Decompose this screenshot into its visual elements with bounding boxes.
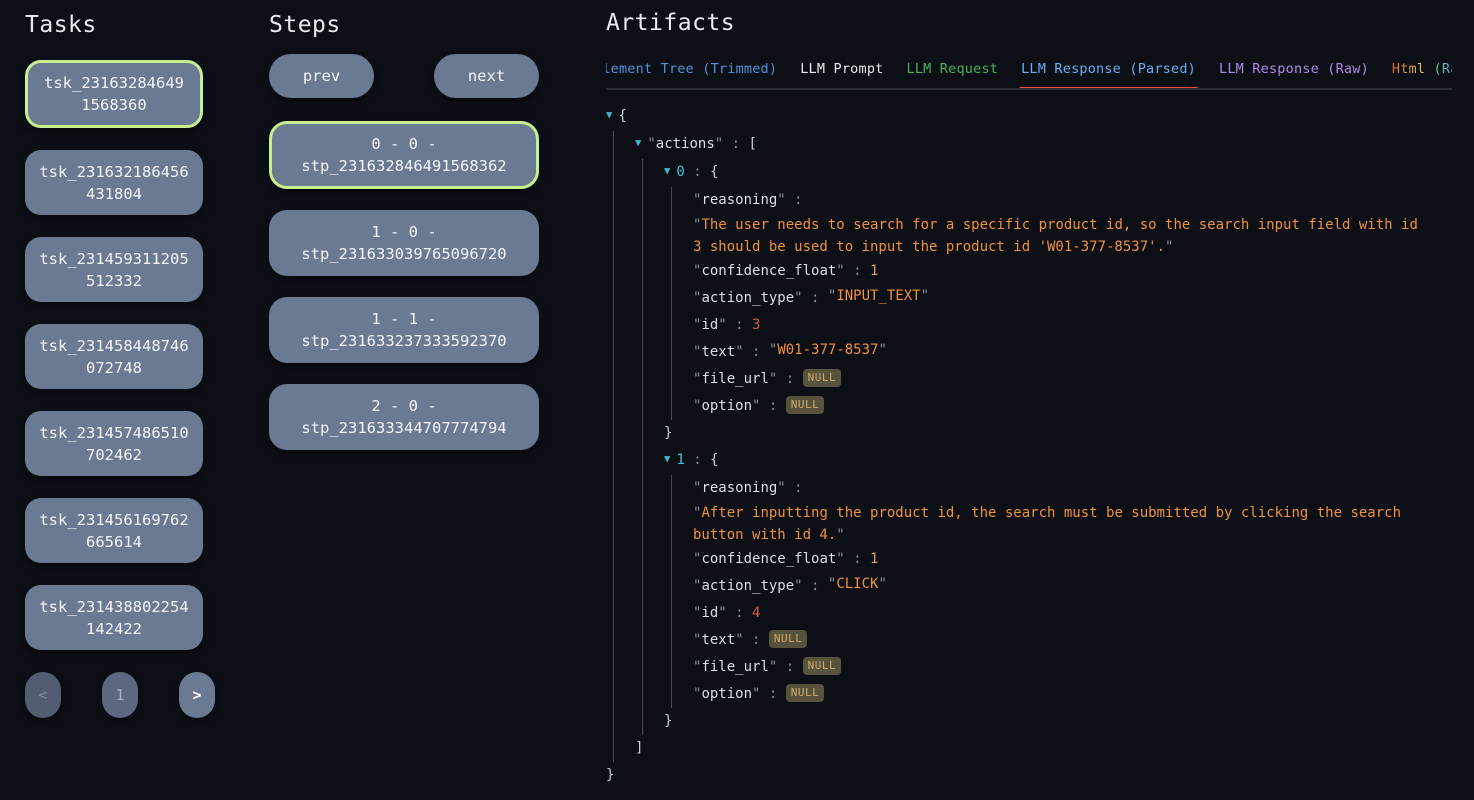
- json-string-value: "The user needs to search for a specific…: [693, 214, 1426, 258]
- json-row: "id" : 3: [693, 312, 1452, 339]
- step-item-button[interactable]: 0 - 0 - stp_231632846491568362: [269, 121, 539, 189]
- tasks-title: Tasks: [25, 12, 203, 38]
- artifact-tab[interactable]: LLM Prompt: [798, 61, 885, 88]
- json-children: "reasoning" : "The user needs to search …: [671, 187, 1452, 420]
- json-children: ▼"actions" : [▼0 : {"reasoning" : "The u…: [613, 131, 1452, 762]
- step-list: 0 - 0 - stp_231632846491568362 1 - 0 - st…: [269, 121, 539, 450]
- json-row: "option" : NULL: [693, 393, 1452, 420]
- task-list: tsk_231632846491568360 tsk_23163218645643…: [25, 60, 203, 650]
- json-row: "option" : NULL: [693, 681, 1452, 708]
- json-row: ▼"actions" : [: [635, 131, 1452, 159]
- json-row: "file_url" : NULL: [693, 654, 1452, 681]
- steps-title: Steps: [269, 12, 539, 38]
- json-row: "action_type" : "INPUT_TEXT": [693, 285, 1452, 312]
- task-item-button[interactable]: tsk_231438802254142422: [25, 585, 203, 650]
- json-row: "text" : "W01-377-8537": [693, 339, 1452, 366]
- json-children: "reasoning" : "After inputting the produ…: [671, 475, 1452, 708]
- json-row: "id" : 4: [693, 600, 1452, 627]
- artifacts-title: Artifacts: [606, 10, 1452, 36]
- step-item-button[interactable]: 2 - 0 - stp_231633344707774794: [269, 384, 539, 450]
- json-row: ▼1 : {: [664, 447, 1452, 475]
- json-null-badge: NULL: [803, 369, 842, 387]
- artifact-tab[interactable]: Element Tree (Trimmed): [606, 61, 779, 88]
- json-row: "reasoning" : "After inputting the produ…: [693, 475, 1452, 546]
- collapse-triangle-icon[interactable]: ▼: [606, 102, 612, 129]
- json-row: "text" : NULL: [693, 627, 1452, 654]
- json-row: ▼0 : {: [664, 159, 1452, 187]
- artifacts-panel: Artifacts Element Tree (Trimmed) LLM Prom…: [606, 10, 1452, 789]
- collapse-triangle-icon[interactable]: ▼: [635, 130, 641, 157]
- llm-response-json-viewer: ▼{▼"actions" : [▼0 : {"reasoning" : "The…: [606, 103, 1452, 789]
- pagination-page-button[interactable]: 1: [102, 672, 138, 718]
- artifact-tab[interactable]: LLM Request: [905, 61, 1001, 88]
- artifact-tab[interactable]: Html (Raw): [1390, 61, 1452, 88]
- step-item-button[interactable]: 1 - 1 - stp_231633237333592370: [269, 297, 539, 363]
- json-string-value: "After inputting the product id, the sea…: [693, 502, 1426, 546]
- json-row: "file_url" : NULL: [693, 366, 1452, 393]
- json-string-value: "INPUT_TEXT": [828, 285, 929, 307]
- collapse-triangle-icon[interactable]: ▼: [664, 158, 670, 185]
- prev-step-button[interactable]: prev: [269, 54, 374, 98]
- step-item-button[interactable]: 1 - 0 - stp_231633039765096720: [269, 210, 539, 276]
- task-item-button[interactable]: tsk_231458448746072748: [25, 324, 203, 389]
- task-item-button[interactable]: tsk_231457486510702462: [25, 411, 203, 476]
- tasks-panel: Tasks tsk_231632846491568360 tsk_23163218…: [25, 12, 203, 718]
- next-step-button[interactable]: next: [434, 54, 539, 98]
- json-row: ▼{: [606, 103, 1452, 131]
- task-item-button[interactable]: tsk_231632846491568360: [25, 60, 203, 128]
- json-row: ]: [635, 735, 1452, 762]
- json-string-value: "W01-377-8537": [769, 339, 887, 361]
- step-controls: prev next: [269, 54, 539, 98]
- json-null-badge: NULL: [769, 630, 808, 648]
- artifacts-tabstrip: Element Tree (Trimmed) LLM Prompt LLM Requ…: [606, 61, 1452, 90]
- pagination-next-button[interactable]: >: [179, 672, 215, 718]
- tasks-pagination: < 1 >: [25, 672, 215, 718]
- steps-panel: Steps prev next 0 - 0 - stp_231632846491…: [269, 12, 539, 471]
- json-row: }: [606, 762, 1452, 789]
- json-row: }: [664, 420, 1452, 447]
- task-item-button[interactable]: tsk_231632186456431804: [25, 150, 203, 215]
- json-row: }: [664, 708, 1452, 735]
- task-item-button[interactable]: tsk_231456169762665614: [25, 498, 203, 563]
- json-row: "confidence_float" : 1: [693, 258, 1452, 285]
- artifact-tab[interactable]: LLM Response (Raw): [1217, 61, 1371, 88]
- json-children: ▼0 : {"reasoning" : "The user needs to s…: [642, 159, 1452, 735]
- collapse-triangle-icon[interactable]: ▼: [664, 446, 670, 473]
- json-row: "confidence_float" : 1: [693, 546, 1452, 573]
- json-row: "action_type" : "CLICK": [693, 573, 1452, 600]
- task-item-button[interactable]: tsk_231459311205512332: [25, 237, 203, 302]
- json-string-value: "CLICK": [828, 573, 887, 595]
- json-null-badge: NULL: [803, 657, 842, 675]
- pagination-prev-button[interactable]: <: [25, 672, 61, 718]
- json-row: "reasoning" : "The user needs to search …: [693, 187, 1452, 258]
- json-null-badge: NULL: [786, 684, 825, 702]
- artifact-tab[interactable]: LLM Response (Parsed): [1019, 61, 1198, 88]
- json-null-badge: NULL: [786, 396, 825, 414]
